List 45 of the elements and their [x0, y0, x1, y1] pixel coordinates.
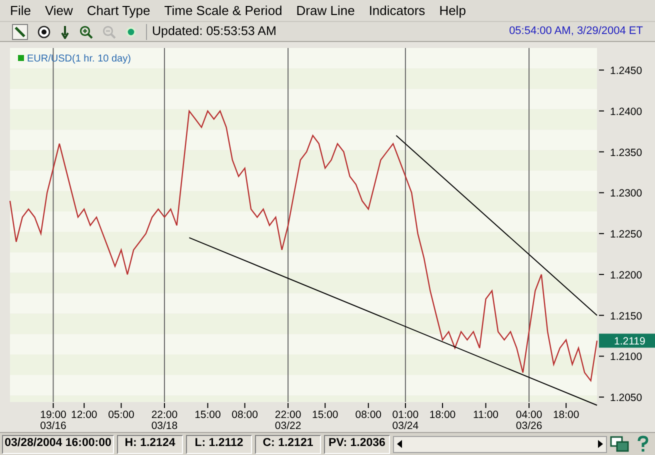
axis-label: 12:00 — [71, 409, 98, 421]
down-arrow-icon[interactable] — [60, 24, 70, 38]
axis-label: 18:00 — [429, 409, 456, 421]
axis-label: 1.2050 — [610, 392, 642, 404]
menu-item[interactable]: Draw Line — [296, 0, 355, 20]
axis-label: 19:00 03/16 — [40, 409, 66, 432]
updated-time: Updated: 05:53:53 AM — [152, 23, 276, 40]
status-cell: 03/28/2004 16:00:00 — [2, 434, 114, 454]
axis-label: 1.2150 — [610, 310, 642, 322]
last-price-tag: 1.2119 — [599, 334, 655, 348]
axis-label: 22:00 03/18 — [151, 409, 178, 432]
axis-label: 1.2350 — [610, 146, 642, 159]
clock-time: 05:54:00 AM, 3/29/2004 ET — [509, 24, 643, 40]
axis-label: 18:00 — [552, 409, 580, 421]
menu-item[interactable]: View — [44, 0, 73, 20]
menu-item[interactable]: Chart Type — [86, 0, 150, 20]
axis-label: 11:00 — [473, 409, 499, 421]
radio-icon[interactable] — [37, 24, 51, 38]
menu-item[interactable]: Time Scale & Period — [164, 0, 282, 20]
axis-label: 1.2100 — [610, 351, 642, 364]
axis-label: 1.2250 — [610, 228, 642, 241]
status-cell: PV: 1.2036 — [324, 434, 390, 454]
menu-item[interactable]: Help — [439, 0, 466, 20]
axis-label: 1.2450 — [610, 65, 642, 78]
axis-label: 05:00 — [108, 409, 134, 421]
axis-label: 1.2400 — [610, 106, 642, 118]
zoom-in-icon[interactable] — [79, 24, 93, 38]
windows-icon[interactable] — [610, 435, 630, 453]
axis-label: 15:00 — [312, 409, 338, 421]
axis-label: 22:00 03/22 — [274, 409, 302, 432]
scrollbar[interactable] — [393, 436, 607, 452]
menu-item[interactable]: Indicators — [368, 0, 426, 20]
menu-item[interactable]: File — [10, 0, 31, 20]
axis-label: 08:00 — [355, 409, 382, 421]
pen-icon[interactable] — [12, 24, 28, 40]
axis-label: 01:00 03/24 — [392, 409, 419, 432]
status-cell: C: 1.2121 — [255, 434, 321, 454]
axis-label: 15:00 — [194, 409, 221, 421]
status-light-icon[interactable] — [125, 26, 137, 38]
status-cell: H: 1.2124 — [117, 434, 183, 454]
axis-label: 04:00 03/26 — [516, 409, 542, 432]
axis-label: 08:00 — [232, 409, 258, 421]
axis-label: 1.2200 — [610, 269, 642, 282]
status-cell: L: 1.2112 — [186, 434, 252, 454]
axis-label: 1.2300 — [610, 188, 642, 200]
